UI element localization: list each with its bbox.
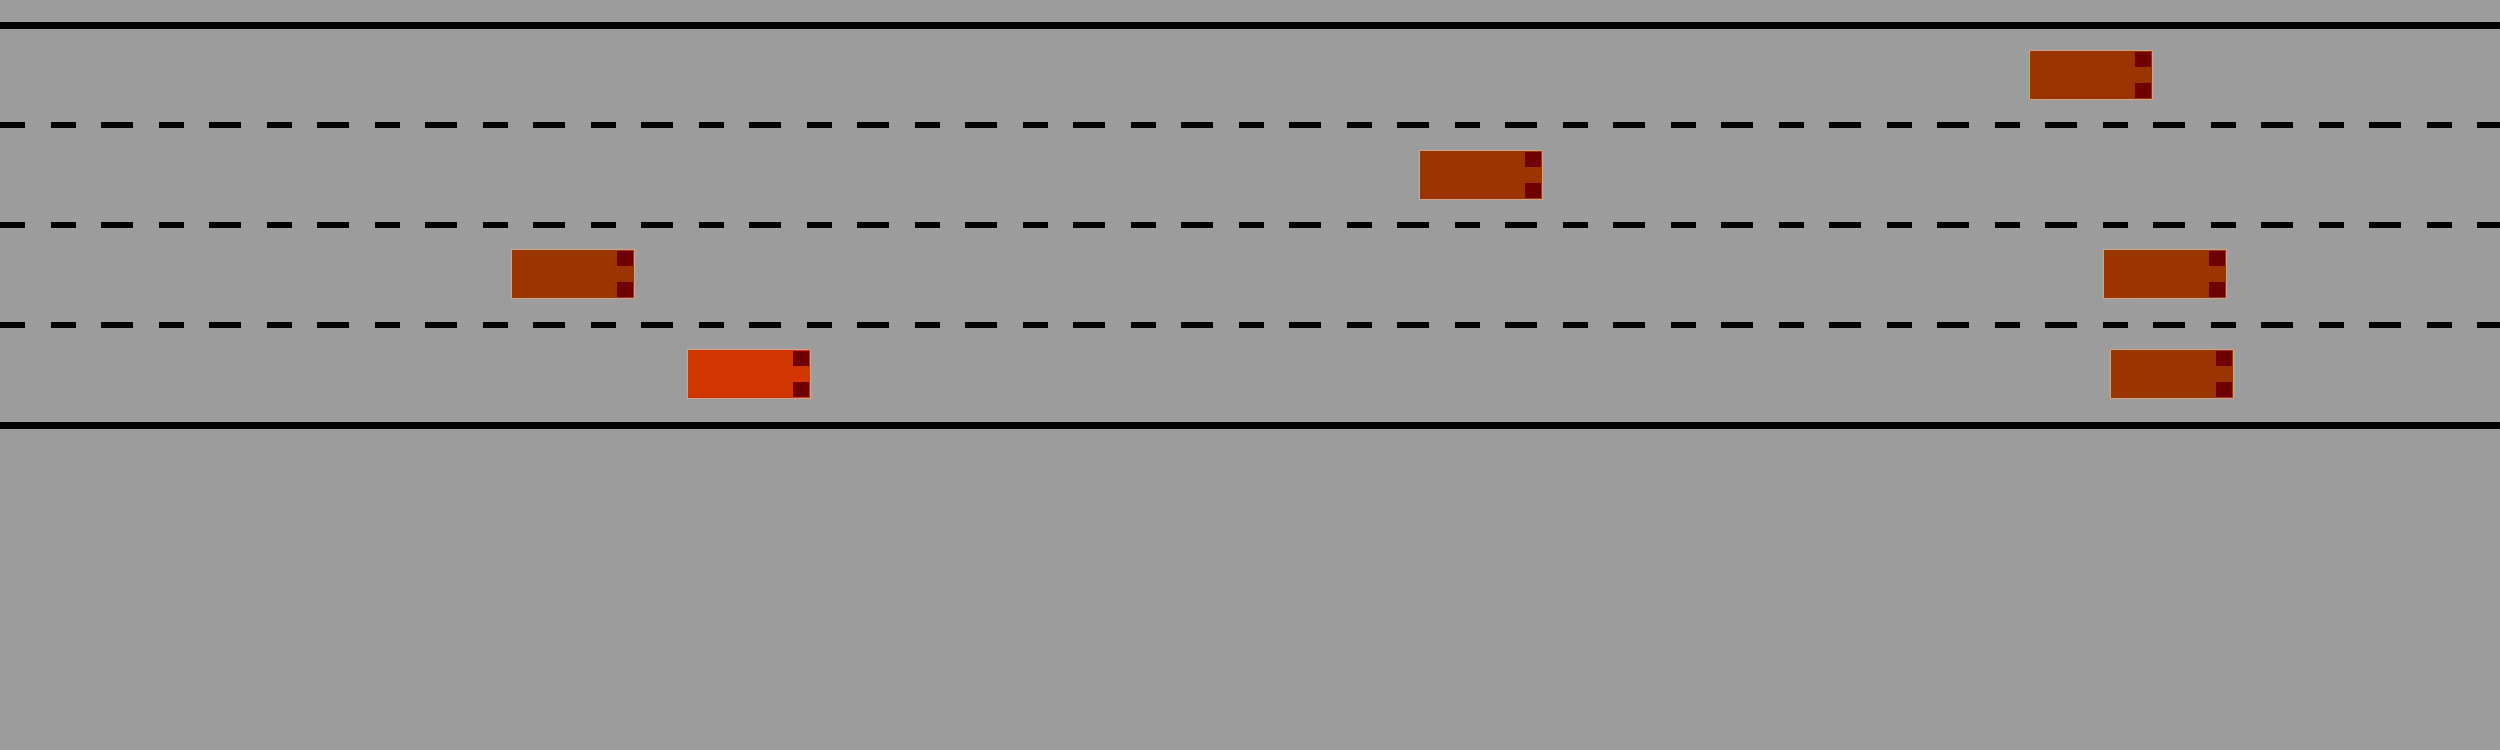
tail-light bbox=[2135, 83, 2151, 98]
lane-divider-2 bbox=[0, 222, 2500, 228]
tail-light bbox=[793, 382, 809, 397]
road-top-edge-line bbox=[0, 22, 2500, 29]
traffic-car bbox=[1419, 150, 1543, 200]
lane-divider-3 bbox=[0, 322, 2500, 328]
tail-light bbox=[617, 251, 633, 266]
traffic-car bbox=[511, 249, 635, 299]
road-bottom-edge-line bbox=[0, 422, 2500, 429]
tail-light bbox=[1525, 152, 1541, 167]
highway-scene bbox=[0, 0, 2500, 750]
tail-light bbox=[2209, 282, 2225, 297]
traffic-car bbox=[2029, 50, 2153, 100]
tail-light bbox=[2135, 52, 2151, 67]
traffic-car bbox=[2110, 349, 2234, 399]
lane-divider-1 bbox=[0, 122, 2500, 128]
traffic-car bbox=[2103, 249, 2227, 299]
tail-light bbox=[2209, 251, 2225, 266]
tail-light bbox=[2216, 351, 2232, 366]
tail-light bbox=[793, 351, 809, 366]
player-car bbox=[687, 349, 811, 399]
tail-light bbox=[1525, 183, 1541, 198]
tail-light bbox=[617, 282, 633, 297]
tail-light bbox=[2216, 382, 2232, 397]
